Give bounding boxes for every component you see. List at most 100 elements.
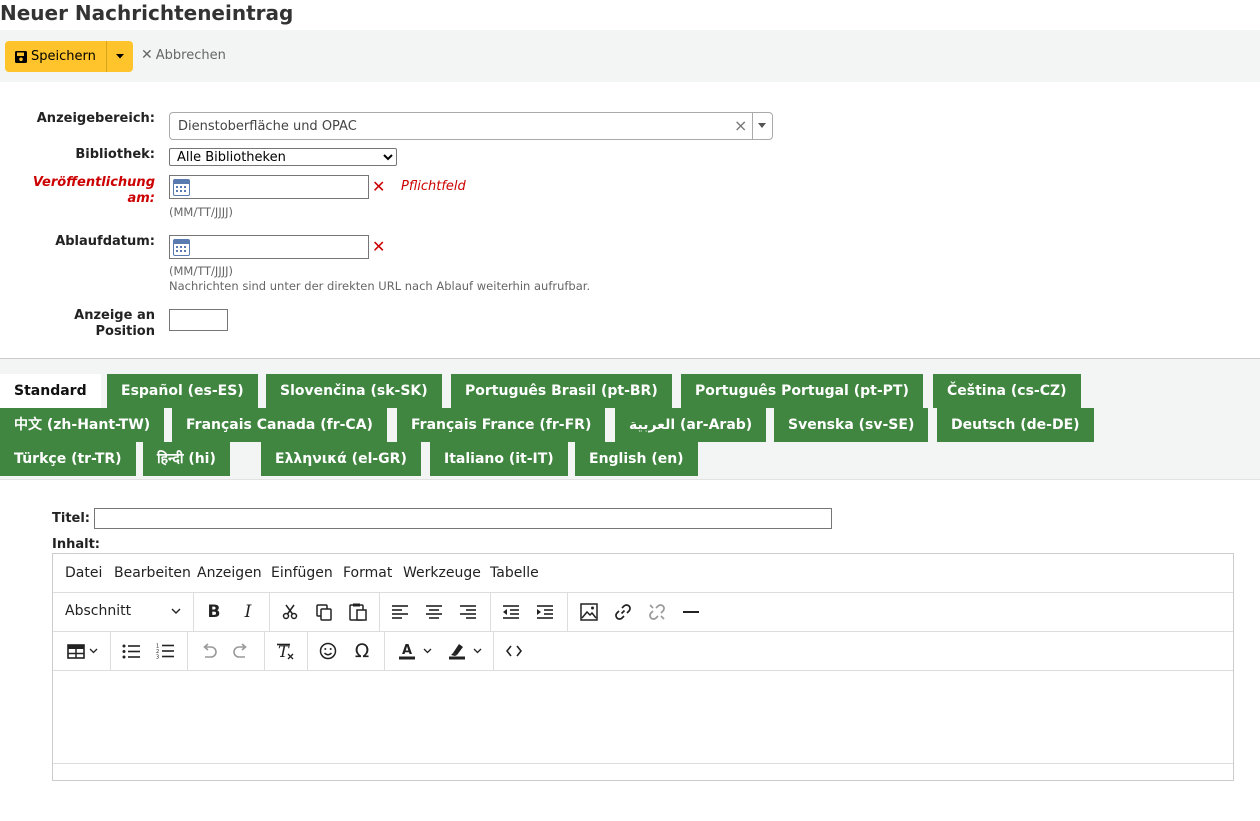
menu-edit[interactable]: Bearbeiten (114, 565, 191, 581)
bullet-list-button[interactable] (114, 632, 148, 670)
tab-es-es[interactable]: Español (es-ES) (107, 374, 258, 408)
tab-pt-br[interactable]: Português Brasil (pt-BR) (451, 374, 672, 408)
toolbar-divider (193, 593, 194, 631)
menu-format[interactable]: Format (343, 565, 392, 581)
bold-button[interactable]: B (197, 593, 231, 631)
align-center-button[interactable] (417, 593, 451, 631)
display-area-select[interactable]: Dienstoberfläche und OPAC × (169, 112, 773, 140)
tab-de-de[interactable]: Deutsch (de-DE) (937, 408, 1094, 442)
clear-selection-icon[interactable]: × (734, 116, 747, 135)
save-button[interactable]: Speichern (5, 41, 107, 72)
title-input[interactable] (94, 508, 832, 529)
remove-link-button[interactable] (640, 593, 674, 631)
menu-table[interactable]: Tabelle (490, 565, 539, 581)
toolbar-divider (264, 632, 265, 670)
display-position-input[interactable] (169, 309, 228, 331)
table-button[interactable] (59, 632, 105, 670)
tab-it-it[interactable]: Italiano (it-IT) (430, 442, 568, 476)
numbered-list-button[interactable]: 123 (148, 632, 182, 670)
numbered-list-icon: 123 (156, 644, 174, 660)
scissors-icon (282, 604, 298, 620)
toolbar-divider (493, 632, 494, 670)
editor-content-area[interactable] (53, 671, 1233, 763)
outdent-button[interactable] (494, 593, 528, 631)
action-toolbar: Speichern ✕ Abbrechen (0, 30, 1260, 82)
source-code-button[interactable] (497, 632, 531, 670)
save-button-group: Speichern (5, 41, 133, 72)
tab-pt-pt[interactable]: Português Portugal (pt-PT) (681, 374, 923, 408)
display-area-label: Anzeigebereich: (36, 111, 155, 126)
cancel-button[interactable]: ✕ Abbrechen (141, 47, 226, 63)
menu-view[interactable]: Anzeigen (197, 565, 262, 581)
clear-publish-date-icon[interactable]: ✕ (372, 177, 385, 196)
block-format-select[interactable]: Abschnitt (65, 603, 183, 619)
italic-button[interactable]: I (231, 593, 265, 631)
text-color-button[interactable]: A (392, 632, 438, 670)
undo-button[interactable] (191, 632, 225, 670)
tab-cs-cz[interactable]: Čeština (cs-CZ) (933, 374, 1081, 408)
tab-tr-tr[interactable]: Türkçe (tr-TR) (0, 442, 136, 476)
toolbar-divider (567, 593, 568, 631)
align-right-icon (460, 605, 476, 619)
svg-text:3: 3 (156, 655, 159, 660)
tab-fr-ca[interactable]: Français Canada (fr-CA) (172, 408, 387, 442)
menu-file[interactable]: Datei (65, 565, 102, 581)
toolbar-divider (384, 632, 385, 670)
insert-link-button[interactable] (606, 593, 640, 631)
expiry-date-label: Ablaufdatum: (55, 234, 155, 249)
caret-down-icon (115, 54, 124, 59)
align-right-button[interactable] (451, 593, 485, 631)
dropdown-arrow-icon[interactable] (758, 123, 766, 128)
close-icon: ✕ (141, 47, 153, 63)
horizontal-rule-icon (683, 611, 699, 613)
paste-button[interactable] (341, 593, 375, 631)
chevron-down-icon (473, 648, 482, 654)
emoji-button[interactable] (311, 632, 345, 670)
clear-formatting-button[interactable]: T (268, 632, 302, 670)
tab-en[interactable]: English (en) (575, 442, 698, 476)
tab-el-gr[interactable]: Ελληνικά (el-GR) (261, 442, 421, 476)
clear-expiry-date-icon[interactable]: ✕ (372, 237, 385, 256)
language-tabs: Standard Español (es-ES) Slovenčina (sk-… (0, 358, 1260, 480)
background-color-button[interactable] (442, 632, 488, 670)
calendar-icon[interactable] (173, 179, 190, 196)
tab-sv-se[interactable]: Svenska (sv-SE) (774, 408, 929, 442)
text-color-icon: A (399, 643, 415, 660)
cut-button[interactable] (273, 593, 307, 631)
cancel-label: Abbrechen (155, 47, 226, 63)
library-select[interactable]: Alle Bibliotheken (169, 148, 397, 166)
expiry-note: Nachrichten sind unter der direkten URL … (169, 279, 591, 293)
block-format-value: Abschnitt (65, 603, 132, 619)
editor-menubar: Datei Bearbeiten Anzeigen Einfügen Forma… (53, 554, 1233, 593)
insert-image-button[interactable] (572, 593, 606, 631)
redo-button[interactable] (225, 632, 259, 670)
svg-text:A: A (402, 643, 412, 658)
tab-hi[interactable]: हिन्दी (hi) (143, 442, 230, 476)
copy-button[interactable] (307, 593, 341, 631)
save-options-dropdown[interactable] (106, 41, 133, 72)
tab-fr-fr[interactable]: Français France (fr-FR) (397, 408, 606, 442)
align-center-icon (426, 605, 442, 619)
rich-text-editor: Datei Bearbeiten Anzeigen Einfügen Forma… (52, 553, 1234, 781)
editor-statusbar (53, 763, 1233, 781)
tab-sk-sk[interactable]: Slovenčina (sk-SK) (266, 374, 442, 408)
tab-zh-hant-tw[interactable]: 中文 (zh-Hant-TW) (0, 408, 165, 442)
special-character-button[interactable]: Ω (345, 632, 379, 670)
horizontal-line-button[interactable] (674, 593, 708, 631)
calendar-icon[interactable] (173, 239, 190, 256)
image-icon (580, 603, 598, 621)
menu-insert[interactable]: Einfügen (271, 565, 333, 581)
select-divider (752, 113, 753, 139)
tab-standard[interactable]: Standard (0, 374, 101, 408)
align-left-button[interactable] (383, 593, 417, 631)
display-area-value: Dienstoberfläche und OPAC (178, 119, 357, 134)
tab-ar-arab[interactable]: العربية (ar-Arab) (615, 408, 767, 442)
publish-date-input[interactable] (169, 175, 369, 199)
expiry-date-input[interactable] (169, 235, 369, 259)
toolbar-divider (307, 632, 308, 670)
publish-date-format-hint: (MM/TT/JJJJ) (169, 205, 233, 219)
floppy-disk-icon (15, 50, 27, 63)
menu-tools[interactable]: Werkzeuge (403, 565, 481, 581)
indent-button[interactable] (528, 593, 562, 631)
content-label: Inhalt: (52, 537, 100, 552)
